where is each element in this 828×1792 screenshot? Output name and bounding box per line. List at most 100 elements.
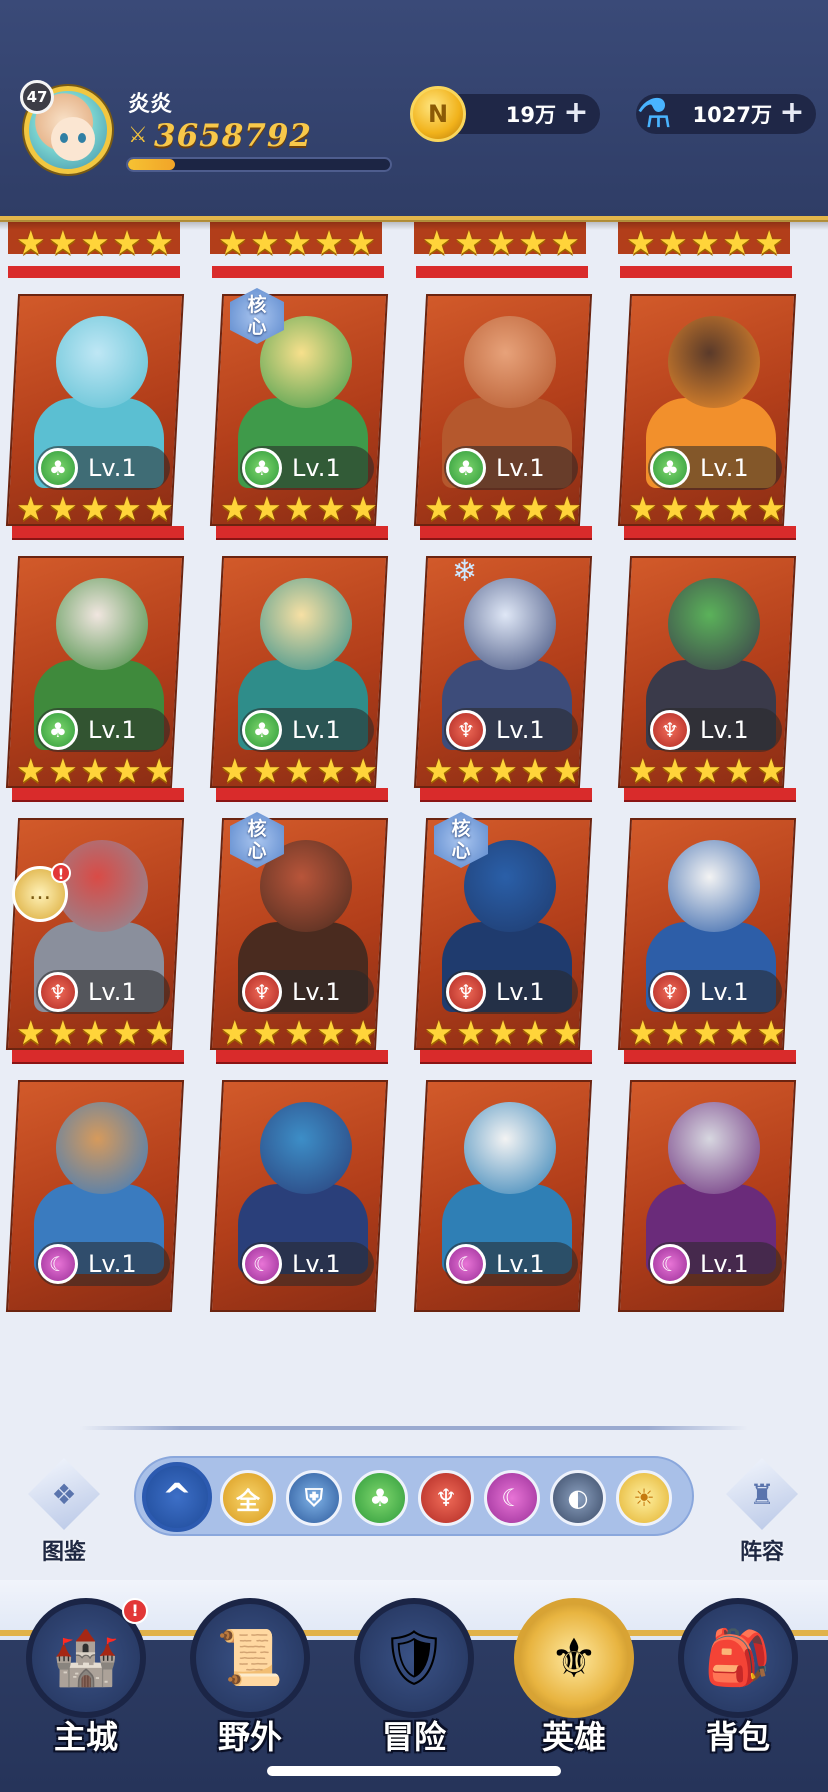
filter-light-button[interactable]: ☀: [616, 1470, 672, 1526]
star-icon: ★: [16, 751, 46, 790]
tree-icon: ♣: [650, 448, 690, 488]
star-icon: ★: [80, 223, 110, 262]
star-icon: ★: [112, 489, 142, 528]
hero-level: Lv.1: [496, 454, 545, 482]
backpack-icon: 🎒: [678, 1598, 798, 1718]
nav-sword-shield-button[interactable]: 🛡 冒险: [344, 1590, 484, 1756]
star-icon: ★: [80, 751, 110, 790]
hero-card-bottom: [12, 788, 184, 802]
hero-card[interactable]: ☾ Lv.1: [4, 1066, 185, 1328]
add-coins-button[interactable]: +: [562, 98, 590, 128]
star-rating: ★ ★ ★ ★ ★: [10, 754, 180, 788]
star-icon: ★: [220, 489, 250, 528]
star-icon: ★: [724, 751, 754, 790]
hero-level: Lv.1: [88, 978, 137, 1006]
hero-card[interactable]: 核心 ♆ Lv.1 ★ ★ ★ ★ ★: [208, 804, 389, 1066]
potion-value: 1027万: [692, 103, 772, 127]
star-icon: ★: [552, 489, 582, 528]
star-rating: ★ ★ ★ ★ ★: [214, 754, 384, 788]
hero-level: Lv.1: [496, 978, 545, 1006]
partial-card-bottom: [620, 266, 792, 278]
coin-counter: N 19万 +: [410, 86, 600, 142]
star-rating: ★ ★ ★ ★ ★: [214, 1016, 384, 1050]
nav-label: 冒险: [381, 1718, 446, 1756]
filter-all-button[interactable]: 全: [220, 1470, 276, 1526]
hero-card[interactable]: ♣ Lv.1 ★ ★ ★ ★ ★: [4, 542, 185, 804]
horns-icon: ♆: [650, 972, 690, 1012]
hero-level: Lv.1: [700, 1250, 749, 1278]
nav-backpack-button[interactable]: 🎒 背包: [668, 1590, 808, 1756]
codex-icon: ❖: [28, 1458, 100, 1530]
hero-card[interactable]: 核心 ♣ Lv.1 ★ ★ ★ ★ ★: [208, 280, 389, 542]
sword-shield-icon: 🛡: [354, 1598, 474, 1718]
codex-label: 图鉴: [41, 1540, 86, 1565]
star-icon: ★: [284, 751, 314, 790]
star-icon: ★: [348, 1013, 378, 1052]
star-icon: ★: [316, 751, 346, 790]
power-value: 3658792: [154, 118, 312, 154]
nav-map-scroll-button[interactable]: 📜 野外: [180, 1590, 320, 1756]
snowflake-icon: ❄: [452, 554, 478, 589]
star-icon: ★: [144, 223, 174, 262]
filter-tech-button[interactable]: ⛨: [286, 1470, 342, 1526]
add-potions-button[interactable]: +: [778, 98, 806, 128]
hero-card[interactable]: ☾ Lv.1: [616, 1066, 797, 1328]
hero-level-pill: ☾ Lv.1: [444, 1242, 578, 1286]
star-icon: ★: [520, 489, 550, 528]
hero-card[interactable]: ☾ Lv.1: [412, 1066, 593, 1328]
star-icon: ★: [144, 751, 174, 790]
tree-icon: ♣: [369, 1484, 391, 1512]
star-icon: ★: [348, 751, 378, 790]
hero-card[interactable]: ♣ Lv.1 ★ ★ ★ ★ ★: [208, 542, 389, 804]
filter-dark-button[interactable]: ☾: [484, 1470, 540, 1526]
star-icon: ★: [456, 489, 486, 528]
filter-nature-button[interactable]: ♣: [352, 1470, 408, 1526]
star-icon: ★: [756, 751, 786, 790]
partial-card-bottom: [416, 266, 588, 278]
star-rating: ★ ★ ★ ★ ★: [418, 492, 588, 526]
hero-level: Lv.1: [496, 1250, 545, 1278]
hero-card[interactable]: ♆ Lv.1 ★ ★ ★ ★ ★: [616, 804, 797, 1066]
star-icon: ★: [220, 751, 250, 790]
star-icon: ★: [660, 489, 690, 528]
hero-level-pill: ♆ Lv.1: [648, 708, 782, 752]
hero-card[interactable]: ♆ Lv.1 ★ ★ ★ ★ ★: [616, 542, 797, 804]
filter-fire-button[interactable]: ♆: [418, 1470, 474, 1526]
lineup-button[interactable]: ♜ 阵容: [714, 1458, 810, 1566]
hero-portrait-head: [56, 578, 148, 670]
exp-bar-fill: [128, 159, 176, 170]
home-indicator: [267, 1766, 561, 1776]
top-bar: 47 炎炎 ⚔ 3658792 N 19万 + ⚗ 1027万 +: [0, 0, 828, 230]
hero-card[interactable]: ♣ Lv.1 ★ ★ ★ ★ ★: [4, 280, 185, 542]
star-rating: ★ ★ ★ ★ ★: [10, 1016, 180, 1050]
codex-button[interactable]: ❖ 图鉴: [16, 1458, 112, 1566]
potion-icon: ⚗: [636, 91, 672, 137]
star-icon: ★: [456, 1013, 486, 1052]
chat-bubble-icon[interactable]: …!: [12, 863, 71, 922]
hero-level: Lv.1: [700, 454, 749, 482]
hero-card[interactable]: ♣ Lv.1 ★ ★ ★ ★ ★: [616, 280, 797, 542]
hero-card[interactable]: …! ♆ Lv.1 ★ ★ ★ ★ ★: [4, 804, 185, 1066]
hero-portrait-head: [464, 316, 556, 408]
moon-icon: ☾: [650, 1244, 690, 1284]
hero-card-bottom: [12, 1050, 184, 1064]
hero-level-pill: ♣ Lv.1: [648, 446, 782, 490]
star-icon: ★: [48, 751, 78, 790]
filter-void-button[interactable]: ◐: [550, 1470, 606, 1526]
hero-card[interactable]: ♣ Lv.1 ★ ★ ★ ★ ★: [412, 280, 593, 542]
hero-card-bottom: [12, 526, 184, 540]
avatar-face: [51, 117, 95, 161]
bottom-nav: 🏰! 主城 📜 野外 🛡 冒险 ⚜ 英雄 🎒 背包: [0, 1580, 828, 1792]
hero-card[interactable]: ❄ ♆ Lv.1 ★ ★ ★ ★ ★: [412, 542, 593, 804]
nav-castle-button[interactable]: 🏰! 主城: [16, 1590, 156, 1756]
star-icon: ★: [284, 1013, 314, 1052]
hero-portrait-head: [56, 840, 148, 932]
hero-portrait-head: [56, 1102, 148, 1194]
filter-collapse-button[interactable]: ^: [142, 1462, 212, 1532]
hero-level-pill: ♣ Lv.1: [36, 446, 170, 490]
hero-card[interactable]: 核心 ♆ Lv.1 ★ ★ ★ ★ ★: [412, 804, 593, 1066]
nav-hero-helmet-button[interactable]: ⚜ 英雄: [504, 1590, 644, 1756]
hero-card[interactable]: ☾ Lv.1: [208, 1066, 389, 1328]
star-icon: ★: [550, 223, 580, 262]
star-rating: ★ ★ ★ ★ ★: [10, 492, 180, 526]
